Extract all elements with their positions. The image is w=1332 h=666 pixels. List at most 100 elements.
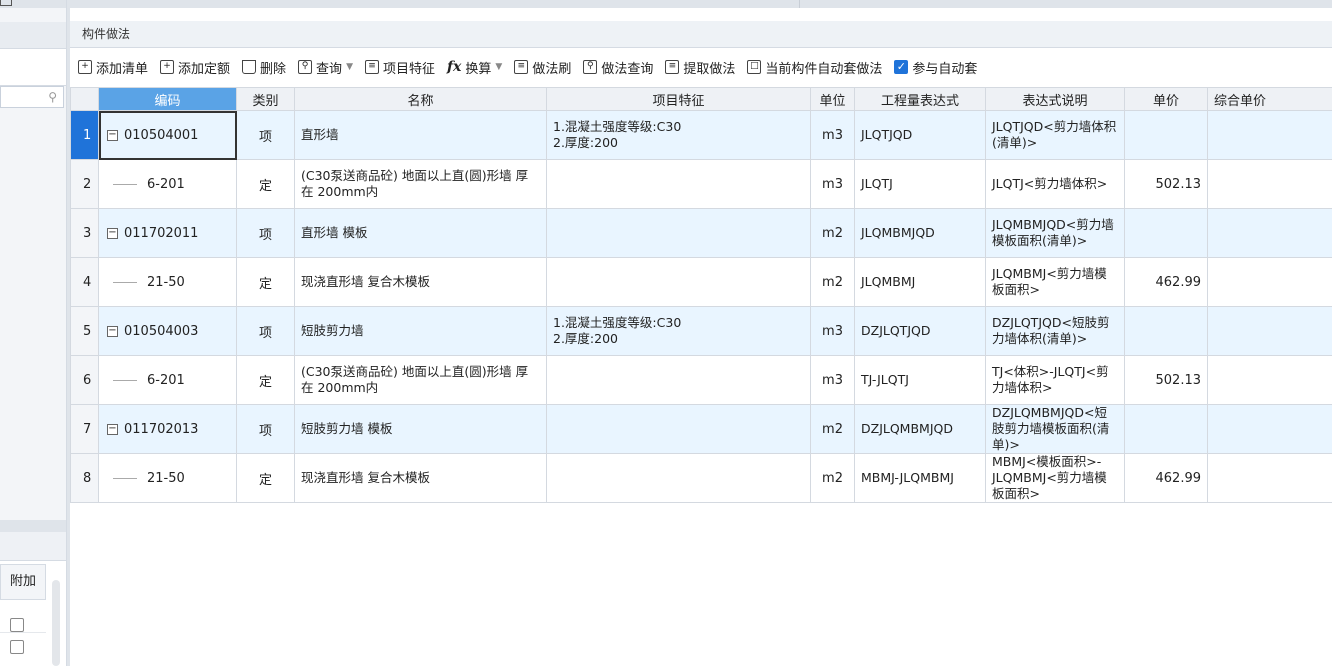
row-number[interactable]: 3 (70, 208, 99, 258)
attach-checkbox[interactable] (10, 640, 24, 654)
row-unit[interactable]: m2 (810, 453, 855, 503)
table-row[interactable]: 1−010504001 项直形墙 1.混凝土强度等级:C30 2.厚度:200 m3 J… (70, 110, 1332, 160)
collapse-icon[interactable]: − (107, 227, 118, 239)
row-price[interactable]: 462.99 (1124, 453, 1208, 503)
row-number[interactable]: 4 (70, 257, 99, 307)
row-expr-desc[interactable]: MBMJ<模板面积>-JLQMBMJ<剪力墙模板面积> (985, 453, 1125, 503)
row-expr[interactable]: JLQTJ (854, 159, 986, 209)
row-expr-desc[interactable]: TJ<体积>-JLQTJ<剪力墙体积> (985, 355, 1125, 405)
row-expr[interactable]: DZJLQTJQD (854, 306, 986, 356)
row-code-cell[interactable]: −011702011 (98, 208, 237, 258)
row-number[interactable]: 6 (70, 355, 99, 405)
row-feature[interactable]: 1.混凝土强度等级:C30 2.厚度:200 (546, 306, 811, 356)
row-code-cell[interactable]: 6-201 (98, 159, 237, 209)
col-header-category[interactable]: 类别 (236, 87, 295, 111)
row-total-price[interactable] (1207, 159, 1332, 209)
row-code-cell[interactable]: −011702013 (98, 404, 237, 454)
col-header-name[interactable]: 名称 (294, 87, 547, 111)
row-feature[interactable] (546, 159, 811, 209)
row-name[interactable]: (C30泵送商品砼) 地面以上直(圆)形墙 厚在 200mm内 (294, 355, 547, 405)
col-header-code[interactable]: 编码 (98, 87, 237, 111)
row-code-cell[interactable]: 21-50 (98, 257, 237, 307)
row-unit[interactable]: m3 (810, 110, 855, 160)
row-price[interactable] (1124, 404, 1208, 454)
row-name[interactable]: 现浇直形墙 复合木模板 (294, 257, 547, 307)
row-feature[interactable] (546, 208, 811, 258)
col-header-feature[interactable]: 项目特征 (546, 87, 811, 111)
row-total-price[interactable] (1207, 110, 1332, 160)
row-total-price[interactable] (1207, 257, 1332, 307)
row-category[interactable]: 项 (236, 306, 295, 356)
row-code-cell[interactable]: 21-50 (98, 453, 237, 503)
row-total-price[interactable] (1207, 355, 1332, 405)
delete-button[interactable]: 删除 (242, 58, 286, 77)
row-code-cell[interactable]: −010504003 (98, 306, 237, 356)
col-header-price[interactable]: 单价 (1124, 87, 1208, 111)
row-expr-desc[interactable]: JLQTJQD<剪力墙体积(清单)> (985, 110, 1125, 160)
row-category[interactable]: 项 (236, 110, 295, 160)
row-total-price[interactable] (1207, 404, 1332, 454)
row-price[interactable]: 502.13 (1124, 159, 1208, 209)
left-search-input[interactable]: ⚲ (0, 86, 64, 108)
row-name[interactable]: 现浇直形墙 复合木模板 (294, 453, 547, 503)
row-category[interactable]: 项 (236, 404, 295, 454)
add-list-button[interactable]: + 添加清单 (78, 58, 148, 77)
row-feature[interactable] (546, 257, 811, 307)
row-expr[interactable]: JLQTJQD (854, 110, 986, 160)
row-unit[interactable]: m3 (810, 355, 855, 405)
row-category[interactable]: 定 (236, 355, 295, 405)
col-header-total-price[interactable]: 综合单价 (1207, 87, 1332, 111)
vertical-scrollbar[interactable] (52, 580, 60, 666)
table-row[interactable]: 2 6-201 定 (C30泵送商品砼) 地面以上直(圆)形墙 厚在 200mm内 m3… (70, 159, 1332, 209)
table-row[interactable]: 3−011702011 项直形墙 模板 m2 JLQMBMJQD JLQMBMJQD<剪… (70, 208, 1332, 258)
item-features-button[interactable]: ≡ 项目特征 (364, 58, 435, 77)
row-price[interactable]: 462.99 (1124, 257, 1208, 307)
row-code-cell[interactable]: −010504001 (98, 110, 237, 160)
col-header-expr-desc[interactable]: 表达式说明 (985, 87, 1125, 111)
join-auto-apply-checkbox[interactable]: ✓ 参与自动套 (894, 58, 977, 77)
row-unit[interactable]: m3 (810, 306, 855, 356)
row-category[interactable]: 项 (236, 208, 295, 258)
search-icon[interactable]: ⚲ (48, 90, 57, 104)
add-quota-button[interactable]: + 添加定额 (160, 58, 230, 77)
convert-button[interactable]: fx 换算 ▼ (447, 58, 502, 77)
row-name[interactable]: 直形墙 模板 (294, 208, 547, 258)
row-expr-desc[interactable]: DZJLQMBMJQD<短肢剪力墙模板面积(清单)> (985, 404, 1125, 454)
table-row[interactable]: 8 21-50 定现浇直形墙 复合木模板 m2 MBMJ-JLQMBMJ MBMJ<模板面… (70, 453, 1332, 503)
row-unit[interactable]: m3 (810, 159, 855, 209)
row-expr[interactable]: JLQMBMJ (854, 257, 986, 307)
table-row[interactable]: 7−011702013 项短肢剪力墙 模板 m2 DZJLQMBMJQD DZJLQMB… (70, 404, 1332, 454)
table-row[interactable]: 4 21-50 定现浇直形墙 复合木模板 m2 JLQMBMJ JLQMBMJ<剪力墙模板… (70, 257, 1332, 307)
row-total-price[interactable] (1207, 306, 1332, 356)
row-price[interactable] (1124, 110, 1208, 160)
row-unit[interactable]: m2 (810, 404, 855, 454)
attach-checkbox[interactable] (10, 618, 24, 632)
corner-header[interactable] (70, 87, 99, 111)
collapse-icon[interactable]: − (107, 325, 118, 337)
row-number[interactable]: 2 (70, 159, 99, 209)
collapse-icon[interactable]: − (107, 423, 118, 435)
row-expr-desc[interactable]: JLQMBMJ<剪力墙模板面积> (985, 257, 1125, 307)
row-unit[interactable]: m2 (810, 208, 855, 258)
col-header-unit[interactable]: 单位 (810, 87, 855, 111)
row-number[interactable]: 7 (70, 404, 99, 454)
row-category[interactable]: 定 (236, 453, 295, 503)
row-expr[interactable]: TJ-JLQTJ (854, 355, 986, 405)
method-brush-button[interactable]: ≡ 做法刷 (514, 58, 571, 77)
row-expr[interactable]: DZJLQMBMJQD (854, 404, 986, 454)
method-query-button[interactable]: ⚲ 做法查询 (583, 58, 653, 77)
row-price[interactable] (1124, 306, 1208, 356)
chevron-down-icon[interactable]: ▼ (346, 62, 353, 72)
collapse-icon[interactable]: − (107, 129, 118, 141)
row-expr[interactable]: JLQMBMJQD (854, 208, 986, 258)
query-button[interactable]: ⚲ 查询 ▼ (298, 58, 353, 77)
col-header-expr[interactable]: 工程量表达式 (854, 87, 986, 111)
row-feature[interactable] (546, 404, 811, 454)
row-feature[interactable] (546, 453, 811, 503)
row-number[interactable]: 1 (70, 110, 99, 160)
row-feature[interactable]: 1.混凝土强度等级:C30 2.厚度:200 (546, 110, 811, 160)
table-row[interactable]: 6 6-201 定 (C30泵送商品砼) 地面以上直(圆)形墙 厚在 200mm内 m3… (70, 355, 1332, 405)
extract-method-button[interactable]: ≡ 提取做法 (665, 58, 735, 77)
row-unit[interactable]: m2 (810, 257, 855, 307)
auto-apply-current-button[interactable]: □ 当前构件自动套做法 (747, 58, 882, 77)
